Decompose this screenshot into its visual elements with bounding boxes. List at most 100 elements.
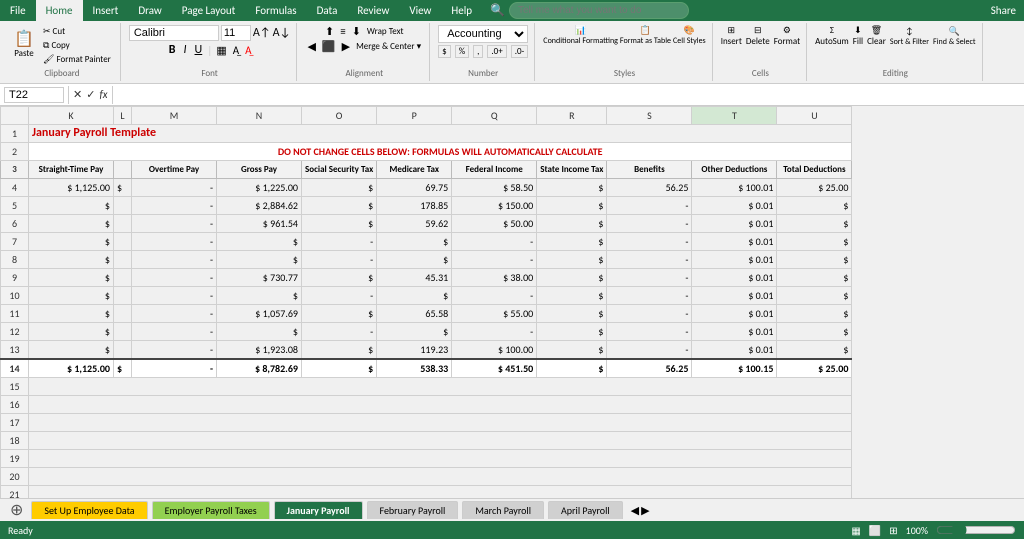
cell-s8[interactable]: -	[607, 251, 692, 269]
cell-u8-other[interactable]: $	[777, 251, 852, 269]
cell-p9[interactable]: 45.31	[377, 269, 452, 287]
cell-p8[interactable]: $	[377, 251, 452, 269]
tab-file[interactable]: File	[0, 0, 36, 21]
cell-n5[interactable]: $ 2,884.62	[217, 197, 302, 215]
share-button[interactable]: Share	[991, 4, 1016, 17]
cell-u12-other[interactable]: $	[777, 323, 852, 341]
underline-button[interactable]: U	[192, 43, 206, 57]
cell-o14[interactable]: $	[302, 359, 377, 378]
cell-k6[interactable]: $	[29, 215, 114, 233]
cell-o10[interactable]: -	[302, 287, 377, 305]
cell-p14[interactable]: 538.33	[377, 359, 452, 378]
format-painter-button[interactable]: 🖌 Format Painter	[40, 53, 114, 66]
cell-k12[interactable]: $	[29, 323, 114, 341]
tab-formulas[interactable]: Formulas	[245, 0, 306, 21]
fx-icon[interactable]: fx	[99, 88, 107, 101]
cell-r7[interactable]: $	[537, 233, 607, 251]
cell-r9[interactable]: $	[537, 269, 607, 287]
cell-u7-other[interactable]: $	[777, 233, 852, 251]
tab-home[interactable]: Home	[36, 0, 83, 21]
search-input[interactable]	[509, 2, 689, 19]
cell-r11[interactable]: $	[537, 305, 607, 323]
cell-n4[interactable]: $ 1,225.00	[217, 179, 302, 197]
font-name-input[interactable]	[129, 25, 219, 41]
cell-o8[interactable]: -	[302, 251, 377, 269]
cell-l8[interactable]	[114, 251, 132, 269]
cell-o7[interactable]: -	[302, 233, 377, 251]
font-size-input[interactable]	[221, 25, 251, 41]
cell-m12[interactable]: -	[132, 323, 217, 341]
cell-r6[interactable]: $	[537, 215, 607, 233]
cell-t7[interactable]: $ 0.01	[692, 233, 777, 251]
cell-n11[interactable]: $ 1,057.69	[217, 305, 302, 323]
cell-q4[interactable]: $ 58.50	[452, 179, 537, 197]
cell-n12[interactable]: $	[217, 323, 302, 341]
cut-button[interactable]: ✂ Cut	[40, 25, 114, 38]
cell-s12[interactable]: -	[607, 323, 692, 341]
cell-l10[interactable]	[114, 287, 132, 305]
cell-u11-other[interactable]: $	[777, 305, 852, 323]
cell-s13[interactable]: -	[607, 341, 692, 360]
cell-u5-other[interactable]: $	[777, 197, 852, 215]
col-l[interactable]: L	[114, 107, 132, 125]
cell-r10[interactable]: $	[537, 287, 607, 305]
cell-n9[interactable]: $ 730.77	[217, 269, 302, 287]
insert-button[interactable]: ⊞ Insert	[721, 25, 742, 47]
cell-k5[interactable]: $	[29, 197, 114, 215]
autosum-button[interactable]: Σ AutoSum	[815, 25, 849, 47]
cell-s11[interactable]: -	[607, 305, 692, 323]
col-t[interactable]: T	[692, 107, 777, 125]
decrease-decimal-button[interactable]: .0-	[511, 45, 529, 58]
cell-m11[interactable]: -	[132, 305, 217, 323]
cancel-formula-icon[interactable]: ✕	[73, 88, 82, 101]
zoom-slider[interactable]	[936, 522, 1016, 538]
col-o[interactable]: O	[302, 107, 377, 125]
cell-t9[interactable]: $ 0.01	[692, 269, 777, 287]
cell-t8[interactable]: $ 0.01	[692, 251, 777, 269]
cell-n6[interactable]: $ 961.54	[217, 215, 302, 233]
view-page-break-button[interactable]: ⊞	[889, 524, 897, 537]
cell-m13[interactable]: -	[132, 341, 217, 360]
row-15[interactable]: 15	[1, 378, 29, 396]
cell-t4[interactable]: $ 100.01	[692, 179, 777, 197]
col-q[interactable]: Q	[452, 107, 537, 125]
cell-p11[interactable]: 65.58	[377, 305, 452, 323]
tab-data[interactable]: Data	[307, 0, 348, 21]
cell-k13[interactable]: $	[29, 341, 114, 360]
cell-p4[interactable]: 69.75	[377, 179, 452, 197]
row-3-header[interactable]: 3	[1, 161, 29, 179]
cell-m8[interactable]: -	[132, 251, 217, 269]
cell-k4[interactable]: $ 1,125.00	[29, 179, 114, 197]
add-sheet-button[interactable]: ⊕	[4, 500, 29, 520]
clear-button[interactable]: 🗑 Clear	[867, 25, 886, 47]
row-6-header[interactable]: 6	[1, 215, 29, 233]
row-9-header[interactable]: 9	[1, 269, 29, 287]
row-4-header[interactable]: 4	[1, 179, 29, 197]
tab-draw[interactable]: Draw	[128, 0, 171, 21]
row-16[interactable]: 16	[1, 396, 29, 414]
row-21[interactable]: 21	[1, 486, 29, 499]
row-20[interactable]: 20	[1, 468, 29, 486]
cell-o11[interactable]: $	[302, 305, 377, 323]
cell-s9[interactable]: -	[607, 269, 692, 287]
row-7-header[interactable]: 7	[1, 233, 29, 251]
cell-k8[interactable]: $	[29, 251, 114, 269]
cell-t13[interactable]: $ 0.01	[692, 341, 777, 360]
cell-t5[interactable]: $ 0.01	[692, 197, 777, 215]
col-u[interactable]: U	[777, 107, 852, 125]
cell-q9[interactable]: $ 38.00	[452, 269, 537, 287]
col-r[interactable]: R	[537, 107, 607, 125]
sort-filter-button[interactable]: ↕ Sort & Filter	[890, 26, 929, 47]
cell-t6[interactable]: $ 0.01	[692, 215, 777, 233]
cell-r5[interactable]: $	[537, 197, 607, 215]
cell-m9[interactable]: -	[132, 269, 217, 287]
row-5-header[interactable]: 5	[1, 197, 29, 215]
decrease-font-button[interactable]: A↓	[273, 26, 291, 40]
cell-p5[interactable]: 178.85	[377, 197, 452, 215]
cell-u13-other[interactable]: $	[777, 341, 852, 360]
view-layout-button[interactable]: ⬜	[869, 524, 881, 537]
col-m[interactable]: M	[132, 107, 217, 125]
sheet-nav-left[interactable]: ◀	[631, 504, 639, 517]
cell-n10[interactable]: $	[217, 287, 302, 305]
paste-button[interactable]: 📋 Paste	[10, 30, 38, 61]
